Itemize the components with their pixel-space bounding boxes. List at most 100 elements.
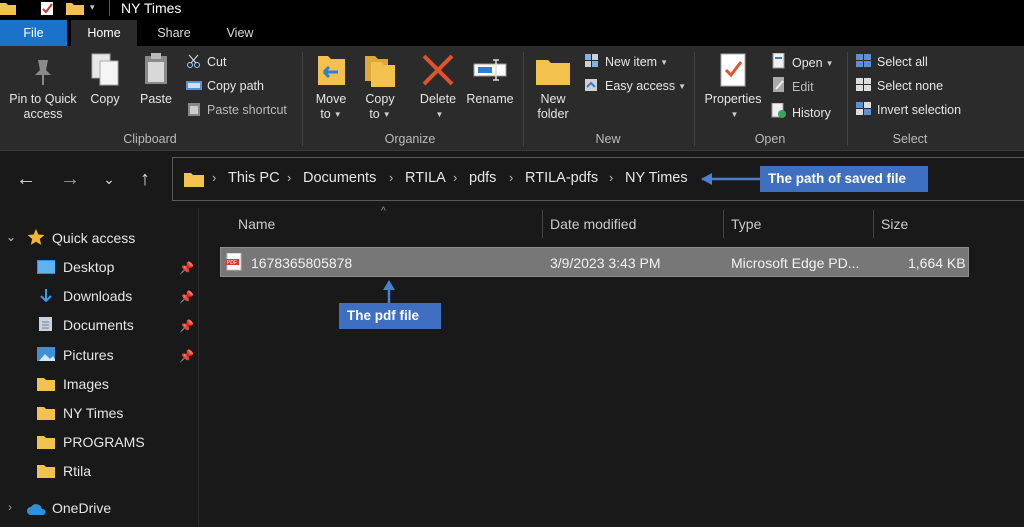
pin-icon[interactable]: 📌 <box>179 349 194 363</box>
paste-shortcut-button[interactable]: Paste shortcut <box>186 101 287 119</box>
ribbon-tab-bar: File Home Share View <box>0 20 1024 46</box>
folder-icon <box>0 3 16 15</box>
move-to-label-line2: to <box>320 107 331 121</box>
download-arrow-icon <box>40 289 52 302</box>
delete-button[interactable]: Delete ▼ <box>416 52 460 122</box>
sidebar-item-quick-access[interactable]: Quick access <box>52 228 135 248</box>
properties-quick-icon[interactable] <box>40 1 56 15</box>
customize-toolbar-chevron-icon[interactable]: ▾ <box>90 2 95 13</box>
breadcrumb-pdfs[interactable]: pdfs <box>469 170 496 186</box>
title-bar: ▾ NY Times <box>0 0 1024 20</box>
rename-label: Rename <box>466 92 514 106</box>
copy-to-button[interactable]: Copy to ▼ <box>360 52 400 122</box>
up-arrow-icon[interactable]: ↑ <box>134 166 156 192</box>
tab-home[interactable]: Home <box>71 20 137 46</box>
copy-to-icon <box>365 56 395 87</box>
recent-locations-chevron-icon[interactable]: ⌄ <box>98 166 120 192</box>
dropdown-arrow-icon: ▼ <box>333 110 342 119</box>
invert-selection-icon <box>856 102 872 116</box>
invert-selection-button[interactable]: Invert selection <box>856 101 961 119</box>
paste-icon <box>145 53 167 84</box>
expand-chevron-icon[interactable]: › <box>8 500 12 514</box>
column-divider[interactable] <box>542 210 543 238</box>
sidebar-item-label: NY Times <box>63 405 124 421</box>
open-icon <box>771 52 787 69</box>
history-icon <box>771 102 787 118</box>
document-icon <box>39 317 52 331</box>
column-header-type[interactable]: Type <box>731 216 761 232</box>
paste-button[interactable]: Paste <box>136 52 176 107</box>
tab-share[interactable]: Share <box>141 20 207 46</box>
tab-file[interactable]: File <box>0 20 67 46</box>
move-to-icon <box>318 56 345 85</box>
pin-to-quick-access-button[interactable]: Pin to Quick access <box>4 56 82 122</box>
file-date-modified: 3/9/2023 3:43 PM <box>550 255 661 271</box>
paste-shortcut-label: Paste shortcut <box>207 103 287 117</box>
new-folder-quick-icon[interactable] <box>66 1 84 15</box>
column-header-date-modified[interactable]: Date modified <box>550 216 636 232</box>
pdf-file-icon: PDF <box>226 253 242 271</box>
delete-label: Delete <box>419 92 457 106</box>
tab-view[interactable]: View <box>207 20 273 46</box>
file-name[interactable]: 1678365805878 <box>251 255 352 271</box>
sidebar-item-onedrive[interactable]: OneDrive <box>52 498 111 518</box>
new-item-icon <box>584 54 600 68</box>
easy-access-button[interactable]: Easy access ▼ <box>584 77 686 95</box>
breadcrumb-documents[interactable]: Documents <box>303 170 376 186</box>
window-title: NY Times <box>121 0 182 16</box>
expand-chevron-icon[interactable]: ⌄ <box>6 230 16 244</box>
file-size: 1,664 KB <box>908 255 966 271</box>
invert-selection-label: Invert selection <box>877 103 962 117</box>
breadcrumb-rtila[interactable]: RTILA <box>405 170 446 186</box>
edit-label: Edit <box>792 80 814 94</box>
rename-button[interactable]: Rename <box>464 52 516 107</box>
paste-label: Paste <box>140 92 172 106</box>
history-button[interactable]: History <box>771 102 831 121</box>
new-item-button[interactable]: New item ▼ <box>584 53 668 71</box>
pin-icon[interactable]: 📌 <box>179 319 194 333</box>
copy-path-button[interactable]: Copy path <box>186 77 264 95</box>
copy-button[interactable]: Copy <box>86 52 124 107</box>
dropdown-arrow-icon: ▼ <box>660 58 669 67</box>
pin-icon[interactable]: 📌 <box>179 290 194 304</box>
move-to-button[interactable]: Move to ▼ <box>311 52 351 122</box>
breadcrumb-separator-icon: › <box>609 170 614 185</box>
select-all-button[interactable]: Select all <box>856 53 928 71</box>
select-none-button[interactable]: Select none <box>856 77 943 95</box>
properties-button[interactable]: Properties ▼ <box>700 52 766 122</box>
breadcrumb-separator-icon: › <box>453 170 458 185</box>
breadcrumb-separator-icon: › <box>389 170 394 185</box>
organize-group-label: Organize <box>384 132 436 146</box>
breadcrumb-ny-times[interactable]: NY Times <box>625 170 688 186</box>
star-icon <box>27 229 45 245</box>
svg-text:PDF: PDF <box>227 260 237 266</box>
breadcrumb-this-pc[interactable]: This PC <box>228 170 280 186</box>
breadcrumb-rtila-pdfs[interactable]: RTILA-pdfs <box>525 170 598 186</box>
open-button[interactable]: Open ▼ <box>771 52 834 71</box>
copy-path-label: Copy path <box>207 79 264 93</box>
pictures-icon <box>37 347 55 361</box>
select-none-icon <box>856 78 872 92</box>
dropdown-arrow-icon: ▼ <box>435 110 444 119</box>
select-all-label: Select all <box>877 55 928 69</box>
easy-access-icon <box>584 78 600 92</box>
cut-button[interactable]: Cut <box>186 53 226 71</box>
new-folder-button[interactable]: New folder <box>532 56 574 122</box>
pin-icon[interactable]: 📌 <box>179 261 194 275</box>
column-divider[interactable] <box>723 210 724 238</box>
easy-access-label: Easy access <box>605 79 676 93</box>
edit-button[interactable]: Edit <box>771 77 814 95</box>
copy-icon <box>91 53 119 86</box>
column-header-size[interactable]: Size <box>881 216 908 232</box>
select-all-icon <box>856 54 872 68</box>
forward-arrow-icon[interactable]: → <box>59 166 81 192</box>
column-divider[interactable] <box>873 210 874 238</box>
history-label: History <box>792 106 831 120</box>
back-arrow-icon[interactable]: ← <box>15 166 37 192</box>
folder-icon <box>37 465 55 478</box>
column-header-name[interactable]: Name <box>238 216 275 232</box>
desktop-icon <box>37 260 55 274</box>
dropdown-arrow-icon: ▼ <box>730 110 739 119</box>
file-type: Microsoft Edge PD... <box>731 255 860 271</box>
sidebar-item-label: Images <box>63 376 109 392</box>
